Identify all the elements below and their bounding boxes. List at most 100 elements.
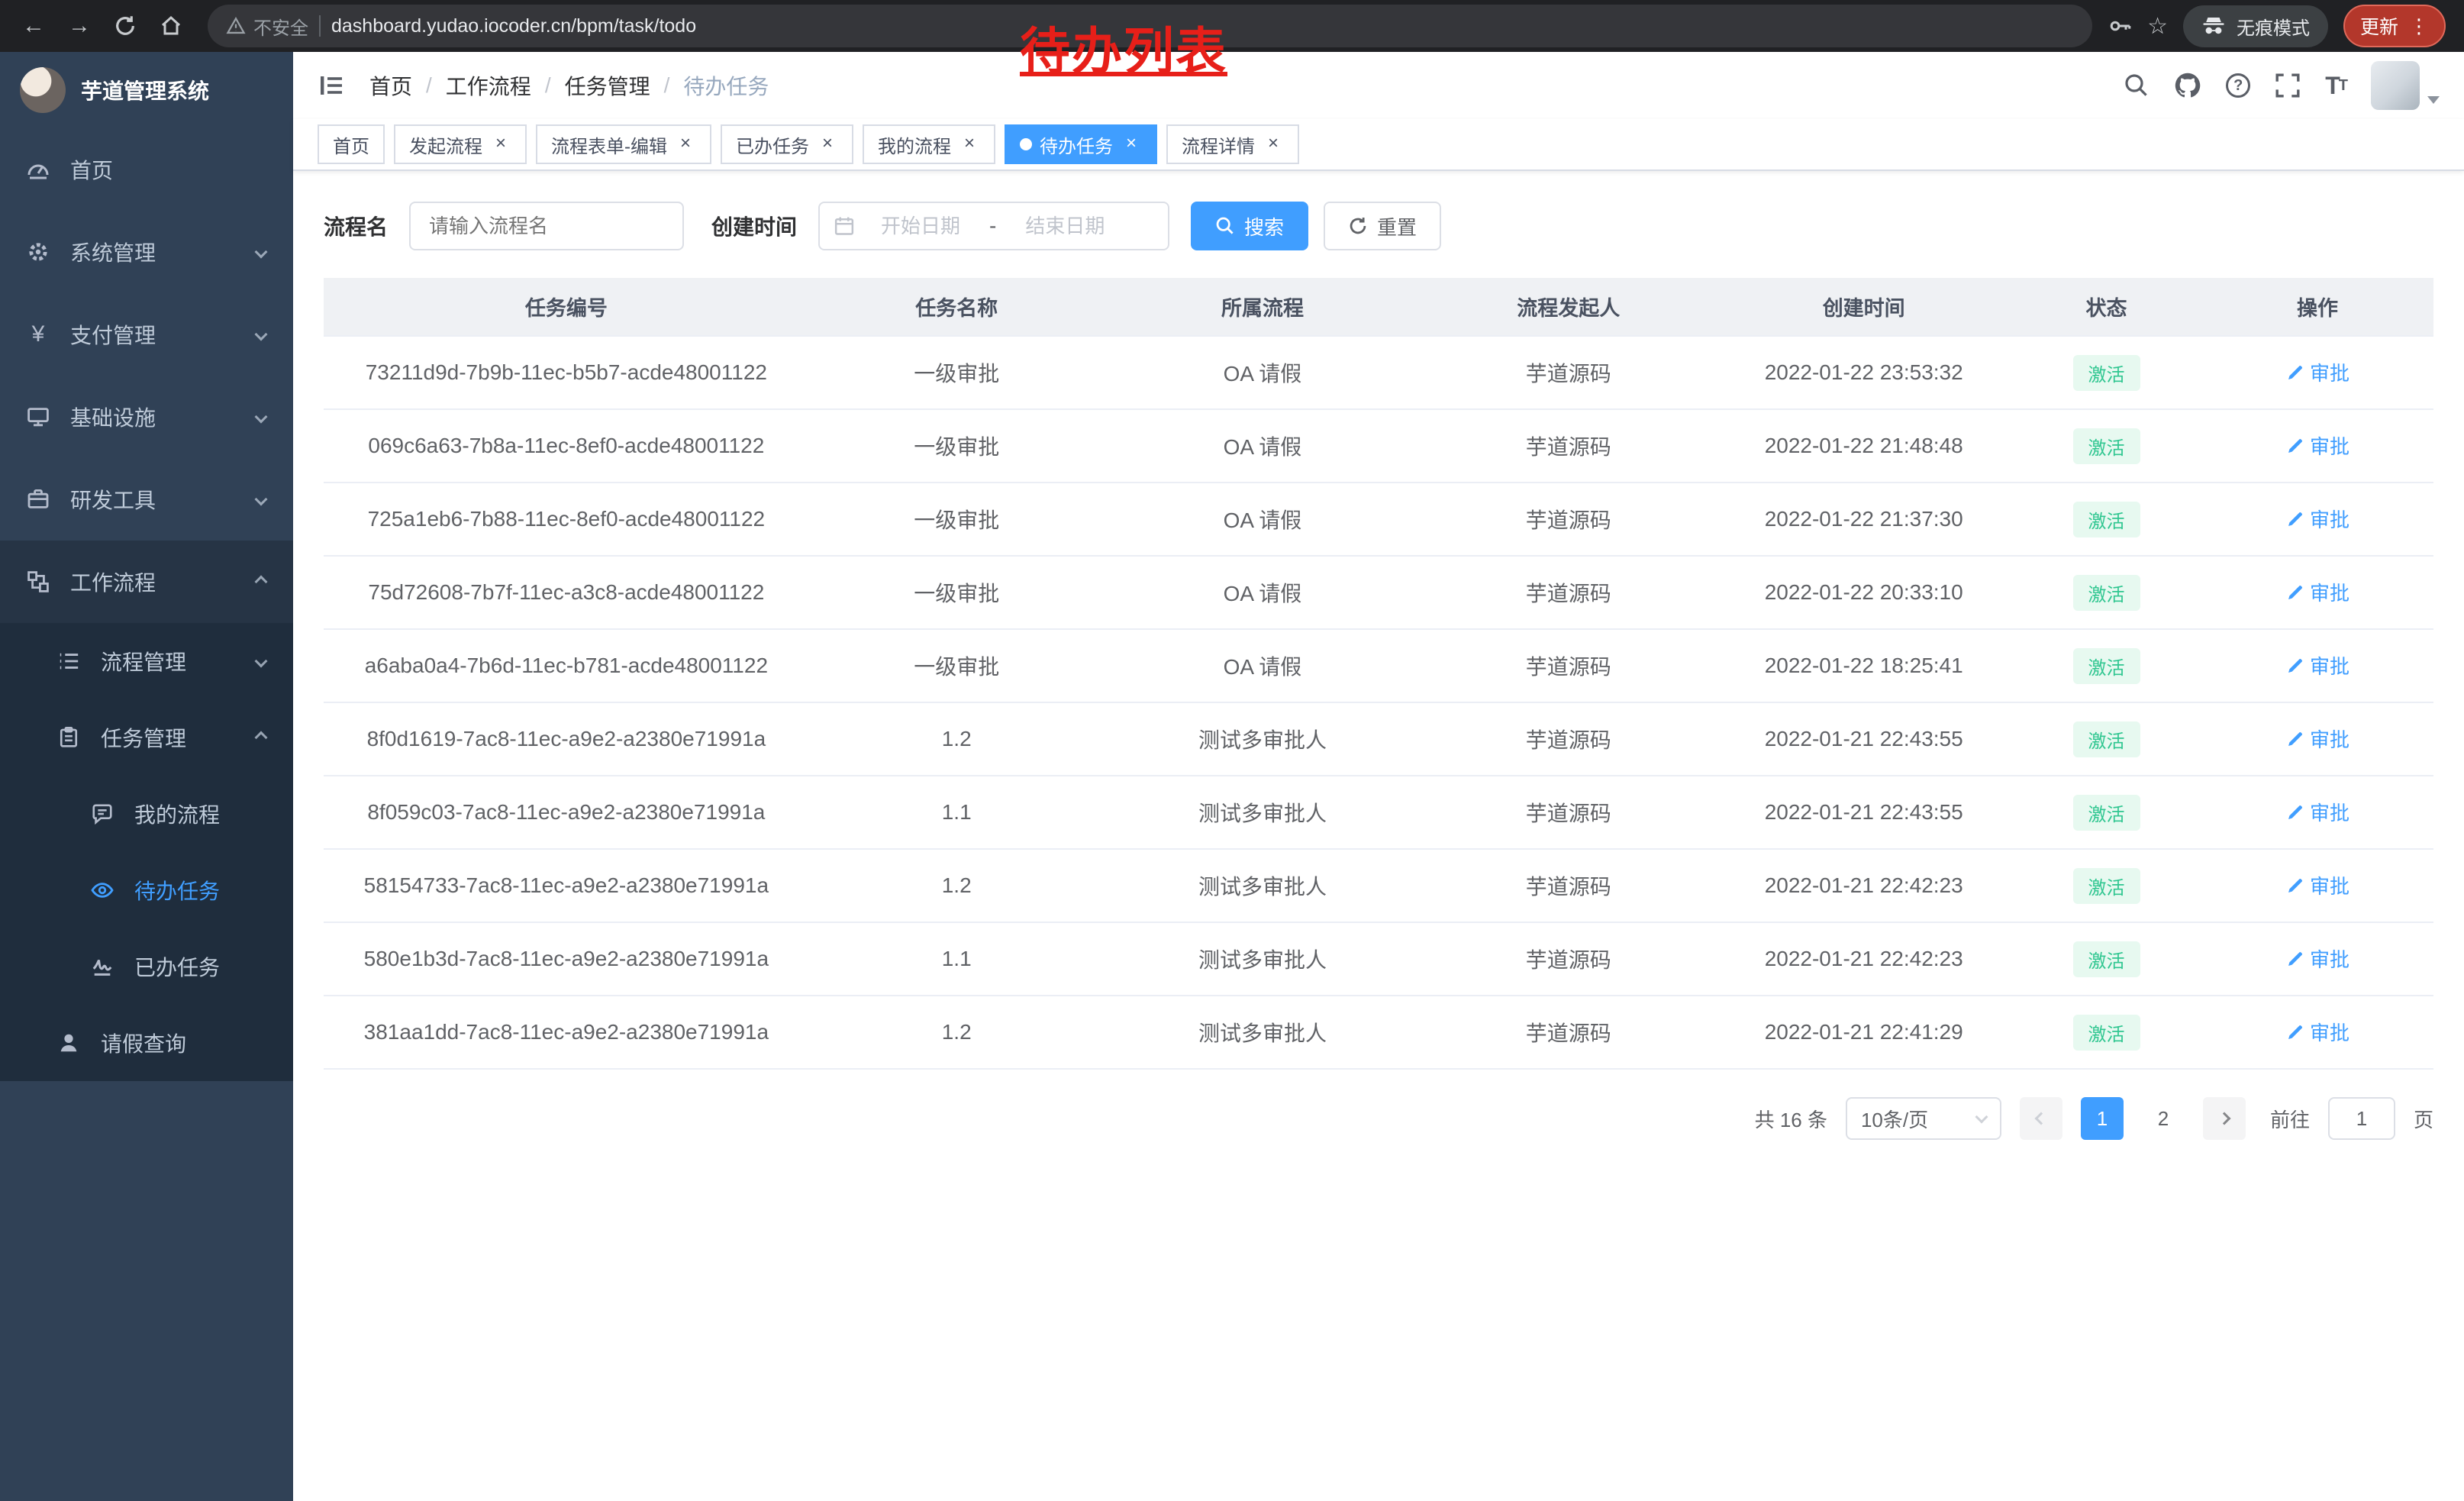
date-range-separator: - (986, 214, 999, 238)
password-key-icon[interactable] (2108, 14, 2132, 38)
tab-close-icon[interactable]: × (817, 134, 838, 155)
sidebar-item-system[interactable]: 系统管理 (0, 211, 293, 293)
goto-page-input[interactable] (2328, 1097, 2395, 1140)
approve-link[interactable]: 审批 (2285, 1018, 2350, 1046)
breadcrumb-separator: / (545, 73, 551, 98)
reload-button[interactable] (104, 5, 147, 47)
tab-close-icon[interactable]: × (1121, 134, 1142, 155)
tab[interactable]: 流程详情 × (1166, 124, 1299, 164)
sidebar-item-task-management[interactable]: 任务管理 (0, 699, 293, 776)
approve-link[interactable]: 审批 (2285, 871, 2350, 899)
fullscreen-icon[interactable] (2275, 73, 2301, 98)
sidebar-item-devtools[interactable]: 研发工具 (0, 458, 293, 541)
sidebar-item-my-process[interactable]: 我的流程 (0, 776, 293, 852)
signature-check-icon (89, 953, 116, 980)
help-icon[interactable]: ? (2226, 73, 2250, 98)
tab-close-icon[interactable]: × (959, 134, 980, 155)
sidebar-item-process-management[interactable]: 流程管理 (0, 623, 293, 699)
process-name-input[interactable] (409, 202, 684, 250)
app-logo[interactable]: 芋道管理系统 (0, 52, 293, 128)
approve-link[interactable]: 审批 (2285, 798, 2350, 826)
chevron-down-icon (255, 655, 268, 668)
url-text[interactable]: dashboard.yudao.iocoder.cn/bpm/task/todo (331, 15, 696, 37)
approve-link[interactable]: 审批 (2285, 431, 2350, 460)
table-row: 8f0d1619-7ac8-11ec-a9e2-a2380e71991a 1.2… (324, 702, 2433, 776)
github-icon[interactable] (2174, 72, 2201, 99)
process-cell: 测试多审批人 (1105, 996, 1421, 1069)
search-button[interactable]: 搜索 (1191, 202, 1308, 250)
page-button[interactable]: 1 (2081, 1097, 2124, 1140)
page-size-select[interactable]: 10条/页 (1846, 1097, 2001, 1140)
table-row: 73211d9d-7b9b-11ec-b5b7-acde48001122 一级审… (324, 336, 2433, 409)
end-date-input[interactable] (1005, 215, 1124, 238)
process-cell: 测试多审批人 (1105, 776, 1421, 849)
avatar[interactable] (2371, 61, 2420, 110)
next-page-button[interactable] (2203, 1097, 2246, 1140)
sidebar-item-leave-query[interactable]: 请假查询 (0, 1005, 293, 1081)
tab[interactable]: 待办任务 × (1005, 124, 1157, 164)
task-name-cell: 1.1 (809, 922, 1105, 996)
header-search-icon[interactable] (2124, 73, 2150, 98)
breadcrumb-home[interactable]: 首页 (369, 70, 412, 101)
menu-dots-icon[interactable]: ⋮ (2409, 16, 2429, 36)
reset-button[interactable]: 重置 (1324, 202, 1441, 250)
initiator-cell: 芋道源码 (1421, 922, 1716, 996)
address-bar[interactable]: 不安全 dashboard.yudao.iocoder.cn/bpm/task/… (208, 5, 2092, 47)
process-cell: OA 请假 (1105, 409, 1421, 483)
workflow-icon (24, 568, 52, 596)
sidebar-item-done-tasks[interactable]: 已办任务 (0, 928, 293, 1005)
page-button[interactable]: 2 (2142, 1097, 2185, 1140)
prev-page-button[interactable] (2020, 1097, 2062, 1140)
sidebar-item-todo-tasks[interactable]: 待办任务 (0, 852, 293, 928)
sidebar-item-infrastructure[interactable]: 基础设施 (0, 376, 293, 458)
initiator-cell: 芋道源码 (1421, 702, 1716, 776)
home-button[interactable] (150, 5, 192, 47)
back-button[interactable]: ← (12, 5, 55, 47)
approve-link[interactable]: 审批 (2285, 651, 2350, 679)
sidebar-item-payment[interactable]: ¥ 支付管理 (0, 293, 293, 376)
breadcrumb-workflow[interactable]: 工作流程 (446, 70, 531, 101)
approve-link[interactable]: 审批 (2285, 944, 2350, 973)
sidebar-item-home[interactable]: 首页 (0, 128, 293, 211)
approve-link[interactable]: 审批 (2285, 358, 2350, 386)
status-cell: 激活 (2011, 556, 2201, 629)
status-badge: 激活 (2073, 941, 2140, 977)
tab[interactable]: 我的流程 × (863, 124, 995, 164)
process-cell: 测试多审批人 (1105, 922, 1421, 996)
tab[interactable]: 首页 (318, 124, 385, 164)
column-header: 所属流程 (1105, 278, 1421, 336)
sidebar-toggle-icon[interactable] (318, 72, 345, 99)
tab[interactable]: 已办任务 × (721, 124, 853, 164)
create-time-cell: 2022-01-21 22:43:55 (1716, 702, 2011, 776)
action-cell: 审批 (2201, 702, 2433, 776)
table-row: 8f059c03-7ac8-11ec-a9e2-a2380e71991a 1.1… (324, 776, 2433, 849)
tab-close-icon[interactable]: × (490, 134, 511, 155)
approve-link[interactable]: 审批 (2285, 505, 2350, 533)
approve-link[interactable]: 审批 (2285, 578, 2350, 606)
tab-bar: 首页 发起流程 × 流程表单-编辑 × 已办任务 × 我的流程 (293, 119, 2464, 171)
user-avatar-menu[interactable] (2371, 61, 2440, 110)
bookmark-star-icon[interactable]: ☆ (2147, 13, 2168, 40)
initiator-cell: 芋道源码 (1421, 996, 1716, 1069)
tab-close-icon[interactable]: × (675, 134, 696, 155)
approve-link[interactable]: 审批 (2285, 725, 2350, 753)
action-cell: 审批 (2201, 556, 2433, 629)
forward-button[interactable]: → (58, 5, 101, 47)
security-warning[interactable]: 不安全 (226, 13, 308, 40)
update-chip[interactable]: 更新 ⋮ (2343, 5, 2446, 47)
workflow-submenu: 流程管理 任务管理 我的流程 (0, 623, 293, 1081)
breadcrumb-task-management[interactable]: 任务管理 (565, 70, 650, 101)
action-cell: 审批 (2201, 996, 2433, 1069)
edit-pencil-icon (2285, 583, 2304, 602)
table-row: 069c6a63-7b8a-11ec-8ef0-acde48001122 一级审… (324, 409, 2433, 483)
tab[interactable]: 流程表单-编辑 × (536, 124, 711, 164)
date-range-picker[interactable]: - (818, 202, 1169, 250)
initiator-cell: 芋道源码 (1421, 409, 1716, 483)
start-date-input[interactable] (861, 215, 980, 238)
tab[interactable]: 发起流程 × (394, 124, 527, 164)
sidebar-item-workflow[interactable]: 工作流程 (0, 541, 293, 623)
font-size-icon[interactable]: TT (2325, 72, 2346, 100)
task-id-cell: 725a1eb6-7b88-11ec-8ef0-acde48001122 (324, 483, 809, 556)
edit-pencil-icon (2285, 363, 2304, 382)
tab-close-icon[interactable]: × (1263, 134, 1284, 155)
